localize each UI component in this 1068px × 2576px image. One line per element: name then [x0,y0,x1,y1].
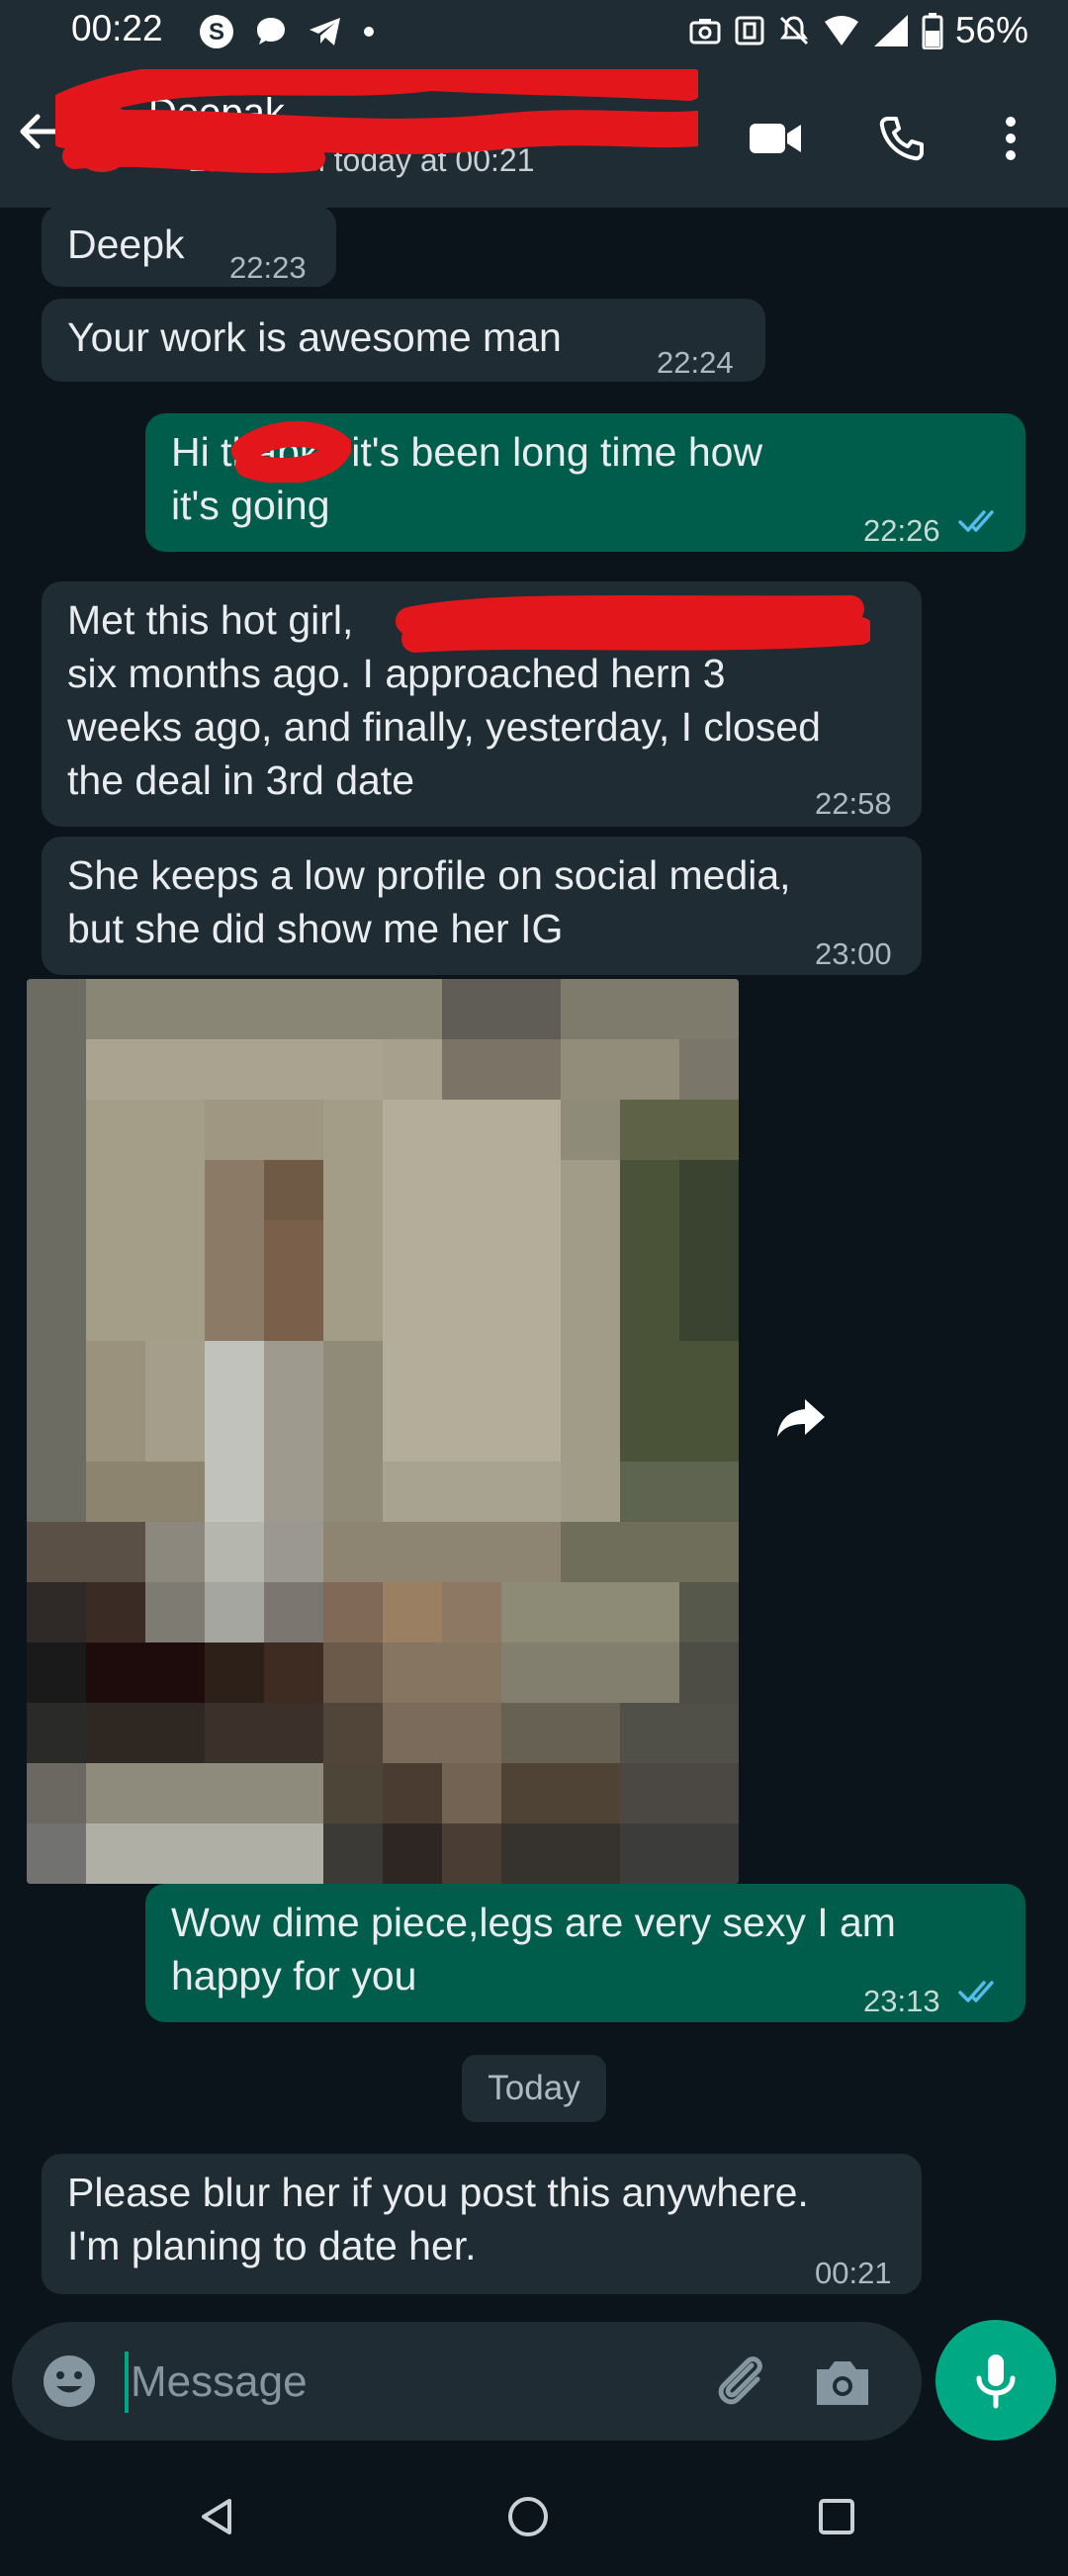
nav-back-button[interactable] [188,2487,247,2546]
nav-home-icon [508,2497,548,2536]
emoji-button[interactable] [40,2352,99,2411]
forward-button[interactable] [771,1382,831,1452]
mute-icon [779,16,808,45]
camera-icon [817,2361,868,2405]
pixelated-photo [27,979,739,1884]
message-input[interactable] [129,2346,706,2419]
nfc-icon [735,16,764,45]
message-text: She keeps a low profile on social media,… [67,852,791,951]
skype-icon: S [200,15,233,48]
read-receipt-icon [958,510,994,532]
message-time: 23:00 [815,936,892,971]
avatar[interactable] [67,103,136,172]
mic-icon [976,2354,1016,2409]
message-incoming[interactable]: Your work is awesome man 22:24 [42,299,765,382]
message-time: 22:58 [815,786,892,821]
redaction-scribble [396,594,870,653]
message-outgoing[interactable]: Hi thabks it's been long time how it's g… [145,413,1025,552]
redaction-scribble [231,421,351,483]
message-incoming[interactable]: She keeps a low profile on social media,… [42,837,922,975]
message-time: 23:13 [863,1984,940,2018]
telegram-icon [310,18,340,45]
message-outgoing[interactable]: Wow dime piece,legs are very sexy I am h… [145,1884,1025,2022]
message-text: Deepk [67,222,185,267]
message-incoming[interactable]: Deepk 22:23 [42,206,336,287]
message-time: 22:26 [863,513,940,548]
phone-icon [879,117,924,161]
svg-text:S: S [209,19,224,45]
status-bar: 00:22 S 56% [0,0,1068,63]
nav-recents-icon [819,2499,854,2534]
voice-call-button[interactable] [870,107,934,170]
message-composer [12,2322,922,2441]
back-button[interactable] [14,107,73,166]
signal-icon [873,15,908,46]
forward-icon [777,1399,825,1437]
video-call-button[interactable] [744,107,807,170]
message-text: Please blur her if you post this anywher… [67,2170,809,2268]
image-message[interactable] [27,979,739,1884]
message-text: Wow dime piece,legs are very sexy I am h… [171,1900,896,1999]
system-nav-bar [0,2457,1068,2576]
message-time: 00:21 [815,2256,892,2290]
more-options-button[interactable] [979,107,1042,170]
chat-bubble-icon [257,18,285,44]
date-separator: Today [462,2055,606,2122]
more-vert-icon [1006,117,1016,160]
video-call-icon [750,124,801,153]
back-arrow-icon [20,114,60,149]
read-receipt-icon [958,1981,994,2002]
camera-status-icon [689,19,721,44]
message-time: 22:23 [229,250,307,285]
chat-header: Deepak Last seen today at 00:21 [0,63,1068,208]
message-text: Your work is awesome man [67,314,562,360]
emoji-icon [44,2355,95,2407]
nav-recents-button[interactable] [807,2487,866,2546]
message-time: 22:24 [657,345,734,380]
message-incoming[interactable]: Please blur her if you post this anywher… [42,2154,922,2294]
battery-percent: 56% [954,10,1028,50]
last-seen-status: Last seen today at 00:21 [188,142,535,178]
attach-button[interactable] [710,2350,773,2413]
attach-icon [718,2356,762,2405]
message-incoming[interactable]: Met this hot girl, six months ago. I app… [42,581,922,827]
battery-icon [922,13,943,49]
voice-message-button[interactable] [935,2320,1056,2441]
status-time: 00:22 [71,8,163,48]
camera-button[interactable] [811,2352,874,2411]
contact-name[interactable]: Deepak [148,91,285,135]
wifi-icon [824,16,858,45]
nav-back-icon [202,2499,231,2534]
nav-home-button[interactable] [498,2487,558,2546]
dot-icon [364,27,374,37]
